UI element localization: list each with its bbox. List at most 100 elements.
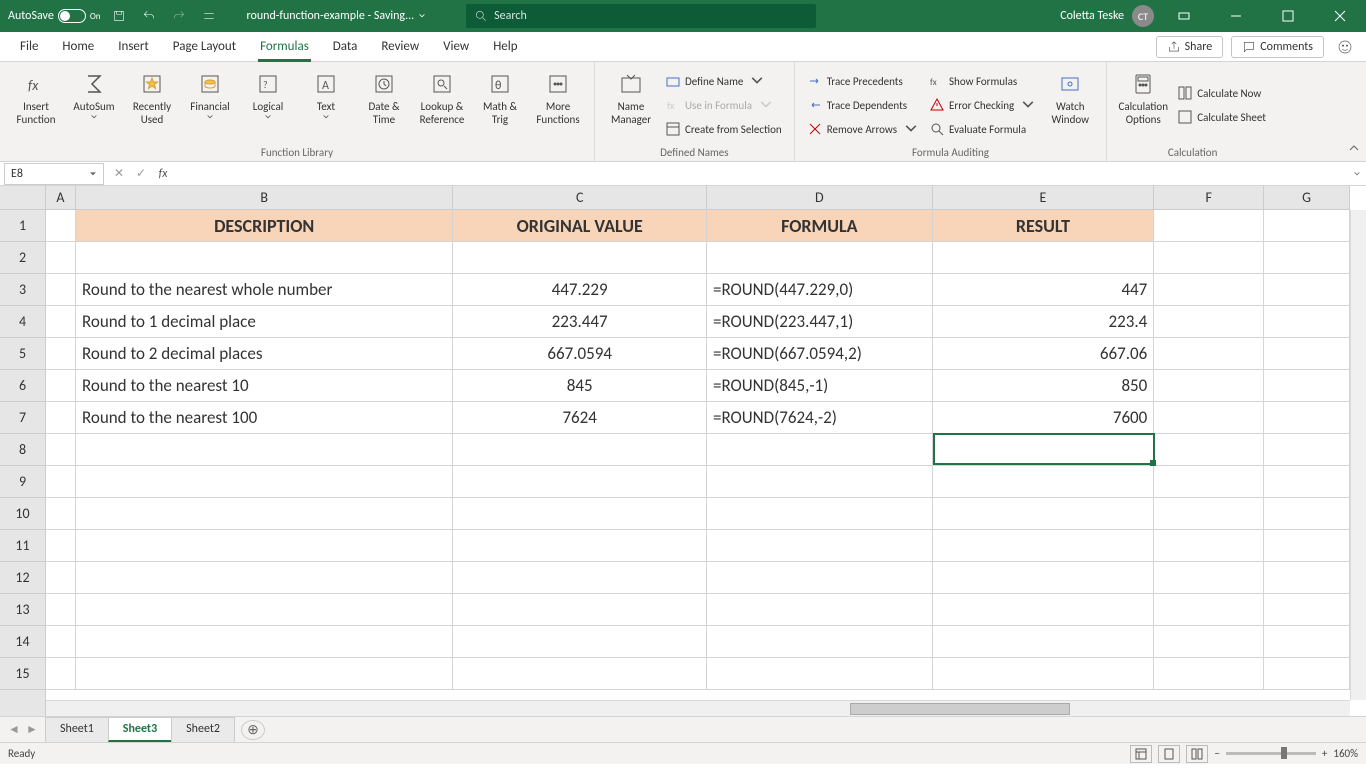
redo-icon[interactable] [167,4,191,28]
enter-formula-icon[interactable]: ✓ [132,166,150,181]
cell-F2[interactable] [1154,242,1264,274]
name-manager-button[interactable]: Name Manager [603,66,659,144]
cell-G6[interactable] [1264,370,1350,402]
autosave-toggle[interactable]: AutoSave On [8,9,101,23]
cell-B4[interactable]: Round to 1 decimal place [76,306,453,338]
cell-A10[interactable] [46,498,76,530]
row-header-2[interactable]: 2 [0,242,45,274]
calculation-options-button[interactable]: Calculation Options [1115,66,1171,144]
tab-insert[interactable]: Insert [106,32,161,62]
share-button[interactable]: Share [1156,36,1224,58]
create-from-selection-button[interactable]: Create from Selection [661,118,786,140]
vertical-scrollbar[interactable] [1350,210,1366,700]
feedback-icon[interactable] [1332,34,1358,60]
sheet-tab-sheet2[interactable]: Sheet2 [171,717,235,742]
cell-E15[interactable] [933,658,1155,690]
remove-arrows-button[interactable]: Remove Arrows [803,118,923,140]
cell-B14[interactable] [76,626,453,658]
cell-F4[interactable] [1154,306,1264,338]
tab-page-layout[interactable]: Page Layout [161,32,248,62]
col-header-A[interactable]: A [46,186,76,210]
cell-C11[interactable] [453,530,707,562]
cell-F10[interactable] [1154,498,1264,530]
cell-A9[interactable] [46,466,76,498]
tab-data[interactable]: Data [321,32,370,62]
cell-E3[interactable]: 447 [933,274,1155,306]
undo-icon[interactable] [137,4,161,28]
normal-view-icon[interactable] [1130,745,1152,763]
cell-D5[interactable]: =ROUND(667.0594,2) [707,338,933,370]
cell-C13[interactable] [453,594,707,626]
cell-F5[interactable] [1154,338,1264,370]
math-trig-button[interactable]: θMath & Trig [472,66,528,144]
watch-window-button[interactable]: Watch Window [1042,66,1098,144]
cell-C2[interactable] [453,242,707,274]
cell-G1[interactable] [1264,210,1350,242]
page-layout-view-icon[interactable] [1158,745,1180,763]
cell-F12[interactable] [1154,562,1264,594]
cell-G12[interactable] [1264,562,1350,594]
sheet-nav[interactable]: ◄► [0,722,46,737]
cell-C14[interactable] [453,626,707,658]
define-name-button[interactable]: Define Name [661,70,786,92]
cell-D12[interactable] [707,562,933,594]
cell-F6[interactable] [1154,370,1264,402]
document-title[interactable]: round-function-example - Saving... [247,9,427,23]
cell-E9[interactable] [933,466,1155,498]
cell-D1[interactable]: FORMULA [707,210,933,242]
cancel-formula-icon[interactable]: ✕ [110,166,128,181]
close-icon[interactable] [1318,0,1362,32]
row-header-8[interactable]: 8 [0,434,45,466]
cell-C3[interactable]: 447.229 [453,274,707,306]
cell-A3[interactable] [46,274,76,306]
cell-D3[interactable]: =ROUND(447.229,0) [707,274,933,306]
cell-A4[interactable] [46,306,76,338]
cell-A15[interactable] [46,658,76,690]
row-header-15[interactable]: 15 [0,658,45,690]
cell-G7[interactable] [1264,402,1350,434]
col-header-F[interactable]: F [1154,186,1264,210]
error-checking-button[interactable]: Error Checking [925,94,1040,116]
cell-B15[interactable] [76,658,453,690]
col-header-G[interactable]: G [1264,186,1350,210]
row-header-13[interactable]: 13 [0,594,45,626]
col-header-D[interactable]: D [707,186,933,210]
tab-help[interactable]: Help [481,32,529,62]
avatar[interactable]: CT [1132,5,1154,27]
zoom-out-button[interactable]: − [1214,747,1219,760]
save-icon[interactable] [107,4,131,28]
cell-F11[interactable] [1154,530,1264,562]
cell-A6[interactable] [46,370,76,402]
insert-function-button[interactable]: fxInsert Function [8,66,64,144]
cell-A13[interactable] [46,594,76,626]
row-header-10[interactable]: 10 [0,498,45,530]
cell-B2[interactable] [76,242,453,274]
cell-E10[interactable] [933,498,1155,530]
cell-A11[interactable] [46,530,76,562]
trace-dependents-button[interactable]: Trace Dependents [803,94,923,116]
comments-button[interactable]: Comments [1231,36,1324,58]
cell-E5[interactable]: 667.06 [933,338,1155,370]
cell-F7[interactable] [1154,402,1264,434]
cell-E4[interactable]: 223.4 [933,306,1155,338]
cell-E14[interactable] [933,626,1155,658]
cell-G8[interactable] [1264,434,1350,466]
cell-E12[interactable] [933,562,1155,594]
tab-home[interactable]: Home [50,32,106,62]
cell-D6[interactable]: =ROUND(845,-1) [707,370,933,402]
cell-A2[interactable] [46,242,76,274]
use-in-formula-button[interactable]: fxUse in Formula [661,94,786,116]
cell-G5[interactable] [1264,338,1350,370]
row-header-9[interactable]: 9 [0,466,45,498]
text-button[interactable]: AText [298,66,354,144]
cell-A5[interactable] [46,338,76,370]
row-header-3[interactable]: 3 [0,274,45,306]
cell-D11[interactable] [707,530,933,562]
cell-G14[interactable] [1264,626,1350,658]
autosum-button[interactable]: AutoSum [66,66,122,144]
cell-A12[interactable] [46,562,76,594]
tab-file[interactable]: File [8,32,50,62]
cell-B13[interactable] [76,594,453,626]
cell-D7[interactable]: =ROUND(7624,-2) [707,402,933,434]
cell-F15[interactable] [1154,658,1264,690]
